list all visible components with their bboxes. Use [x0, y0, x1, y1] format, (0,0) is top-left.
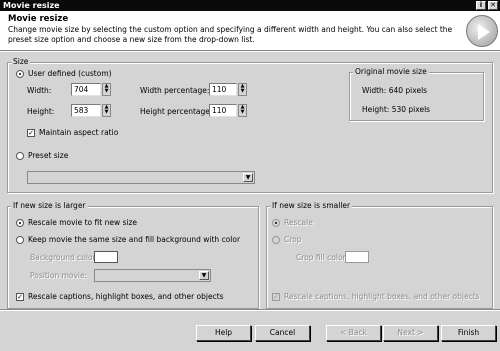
maintain-aspect-label: Maintain aspect ratio [39, 128, 119, 137]
crop-fill-color-label: Crop fill color: [296, 253, 349, 262]
size-group-label: Size [11, 57, 31, 66]
spin-down-icon[interactable]: ▼ [103, 110, 110, 115]
width-spinner[interactable]: ▲ ▼ [102, 83, 111, 96]
spin-down-icon[interactable]: ▼ [239, 89, 246, 94]
user-defined-radio[interactable] [16, 70, 24, 78]
larger-rescale-captions-label: Rescale captions, highlight boxes, and o… [28, 292, 224, 301]
keep-size-radio[interactable] [16, 236, 24, 244]
chevron-down-icon[interactable]: ▼ [199, 271, 209, 280]
height-label: Height: [27, 107, 55, 116]
height-percentage-input[interactable]: 110 [209, 104, 237, 117]
smaller-rescale-captions-label: Rescale captions, highlight boxes, and o… [284, 292, 480, 301]
window-title: Movie resize [3, 1, 60, 10]
chevron-down-icon[interactable]: ▼ [243, 173, 253, 182]
width-percentage-label: Width percentage: [140, 86, 210, 95]
width-percentage-spinner[interactable]: ▲ ▼ [238, 83, 247, 96]
height-input[interactable]: 583 [71, 104, 101, 117]
spin-down-icon[interactable]: ▼ [239, 110, 246, 115]
user-defined-label: User defined (custom) [28, 69, 112, 78]
crop-radio[interactable] [272, 236, 280, 244]
back-button[interactable]: < Back [326, 325, 381, 341]
spin-down-icon[interactable]: ▼ [103, 89, 110, 94]
smaller-rescale-label: Rescale [284, 218, 313, 227]
width-input[interactable]: 704 [71, 83, 101, 96]
height-percentage-label: Height percentage: [140, 107, 213, 116]
smaller-rescale-captions-checkbox[interactable]: ✓ [272, 293, 280, 301]
preset-size-radio[interactable] [16, 152, 24, 160]
original-height-text: Height: 530 pixels [362, 105, 431, 114]
original-size-label: Original movie size [353, 67, 429, 76]
background-color-label: Background color: [30, 253, 98, 262]
finish-button[interactable]: Finish [441, 325, 496, 341]
original-width-text: Width: 640 pixels [362, 86, 428, 95]
background-color-swatch[interactable] [94, 251, 118, 263]
height-percentage-spinner[interactable]: ▲ ▼ [238, 104, 247, 117]
width-percentage-input[interactable]: 110 [209, 83, 237, 96]
larger-rescale-captions-checkbox[interactable]: ✓ [16, 293, 24, 301]
window-titlebar: Movie resize [0, 0, 500, 11]
help-button[interactable]: Help [196, 325, 251, 341]
height-spinner[interactable]: ▲ ▼ [102, 104, 111, 117]
preset-size-dropdown[interactable]: ▼ [27, 171, 255, 184]
rescale-movie-radio[interactable] [16, 219, 24, 227]
larger-group-label: If new size is larger [11, 201, 88, 210]
crop-fill-color-swatch[interactable] [345, 251, 369, 263]
next-button[interactable]: Next > [383, 325, 438, 341]
position-movie-dropdown[interactable]: ▼ [94, 269, 211, 282]
preset-size-label: Preset size [28, 151, 69, 160]
header-title: Movie resize [8, 14, 69, 24]
play-logo-icon [466, 15, 498, 47]
rescale-movie-label: Rescale movie to fit new size [28, 218, 138, 227]
keep-size-label: Keep movie the same size and fill backgr… [28, 235, 241, 244]
width-label: Width: [27, 86, 52, 95]
maintain-aspect-checkbox[interactable]: ✓ [27, 129, 35, 137]
smaller-rescale-radio[interactable] [272, 219, 280, 227]
button-separator [0, 309, 500, 311]
crop-label: Crop [284, 235, 302, 244]
help-icon[interactable]: i [476, 1, 486, 10]
cancel-button[interactable]: Cancel [255, 325, 310, 341]
position-movie-label: Position movie: [30, 271, 88, 280]
close-icon[interactable]: ✕ [488, 1, 498, 10]
smaller-group-label: If new size is smaller [270, 201, 353, 210]
header-description: Change movie size by selecting the custo… [8, 25, 453, 44]
